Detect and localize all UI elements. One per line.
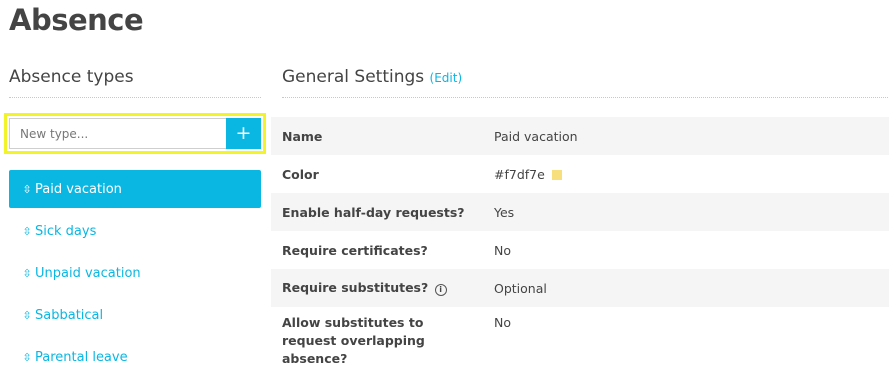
new-type-form: + — [4, 113, 266, 154]
new-type-input[interactable] — [9, 118, 226, 149]
settings-row-overlapping: Allow substitutes to request overlapping… — [271, 307, 889, 368]
general-settings-heading: General Settings (Edit) — [282, 67, 462, 87]
drag-handle-icon[interactable]: ⇳ — [22, 225, 32, 238]
color-swatch — [551, 169, 562, 180]
absence-type-item-unpaid-vacation[interactable]: ⇳ Unpaid vacation — [9, 254, 261, 292]
absence-type-label: Paid vacation — [35, 181, 122, 197]
new-type-row: + — [9, 118, 261, 149]
absence-type-item-parental-leave[interactable]: ⇳ Parental leave — [9, 338, 261, 376]
settings-table: Name Paid vacation Color #f7df7e Enable … — [271, 117, 889, 368]
setting-value: No — [494, 242, 511, 258]
absence-type-item-sabbatical[interactable]: ⇳ Sabbatical — [9, 296, 261, 334]
general-settings-title: General Settings — [282, 67, 425, 87]
setting-label: Enable half-day requests? — [282, 204, 465, 220]
divider — [282, 97, 888, 98]
settings-row-substitutes: Require substitutes? i Optional — [271, 269, 889, 307]
absence-types-heading: Absence types — [9, 67, 134, 87]
drag-handle-icon[interactable]: ⇳ — [22, 183, 32, 196]
absence-type-label: Unpaid vacation — [35, 265, 141, 281]
absence-type-item-sick-days[interactable]: ⇳ Sick days — [9, 212, 261, 250]
setting-label: Require substitutes? — [282, 280, 429, 295]
setting-value: Optional — [494, 280, 547, 296]
settings-row-certificates: Require certificates? No — [271, 231, 889, 269]
absence-type-label: Sabbatical — [35, 307, 104, 323]
setting-value: No — [494, 315, 511, 330]
absence-type-label: Sick days — [35, 223, 97, 239]
add-type-button[interactable]: + — [226, 118, 261, 149]
drag-handle-icon[interactable]: ⇳ — [22, 351, 32, 364]
divider — [9, 97, 261, 98]
setting-value: Yes — [494, 204, 515, 220]
settings-row-name: Name Paid vacation — [271, 117, 889, 155]
settings-row-half-day: Enable half-day requests? Yes — [271, 193, 889, 231]
drag-handle-icon[interactable]: ⇳ — [22, 267, 32, 280]
absence-type-label: Parental leave — [35, 349, 128, 365]
edit-settings-link[interactable]: (Edit) — [430, 71, 463, 85]
setting-label: Color — [282, 166, 319, 182]
setting-label: Allow substitutes to request overlapping… — [282, 315, 425, 366]
drag-handle-icon[interactable]: ⇳ — [22, 309, 32, 322]
setting-value: Paid vacation — [494, 128, 578, 144]
absence-type-item-paid-vacation[interactable]: ⇳ Paid vacation — [9, 170, 261, 208]
setting-label-substitutes: Require substitutes? i — [271, 269, 483, 307]
setting-label: Require certificates? — [282, 242, 428, 258]
color-hex-value: #f7df7e — [494, 166, 545, 182]
page-title: Absence — [9, 3, 144, 37]
settings-row-color: Color #f7df7e — [271, 155, 889, 193]
setting-label: Name — [282, 128, 323, 144]
setting-value-color: #f7df7e — [483, 155, 889, 193]
absence-type-list: ⇳ Paid vacation ⇳ Sick days ⇳ Unpaid vac… — [9, 170, 261, 380]
info-icon[interactable]: i — [434, 284, 447, 296]
